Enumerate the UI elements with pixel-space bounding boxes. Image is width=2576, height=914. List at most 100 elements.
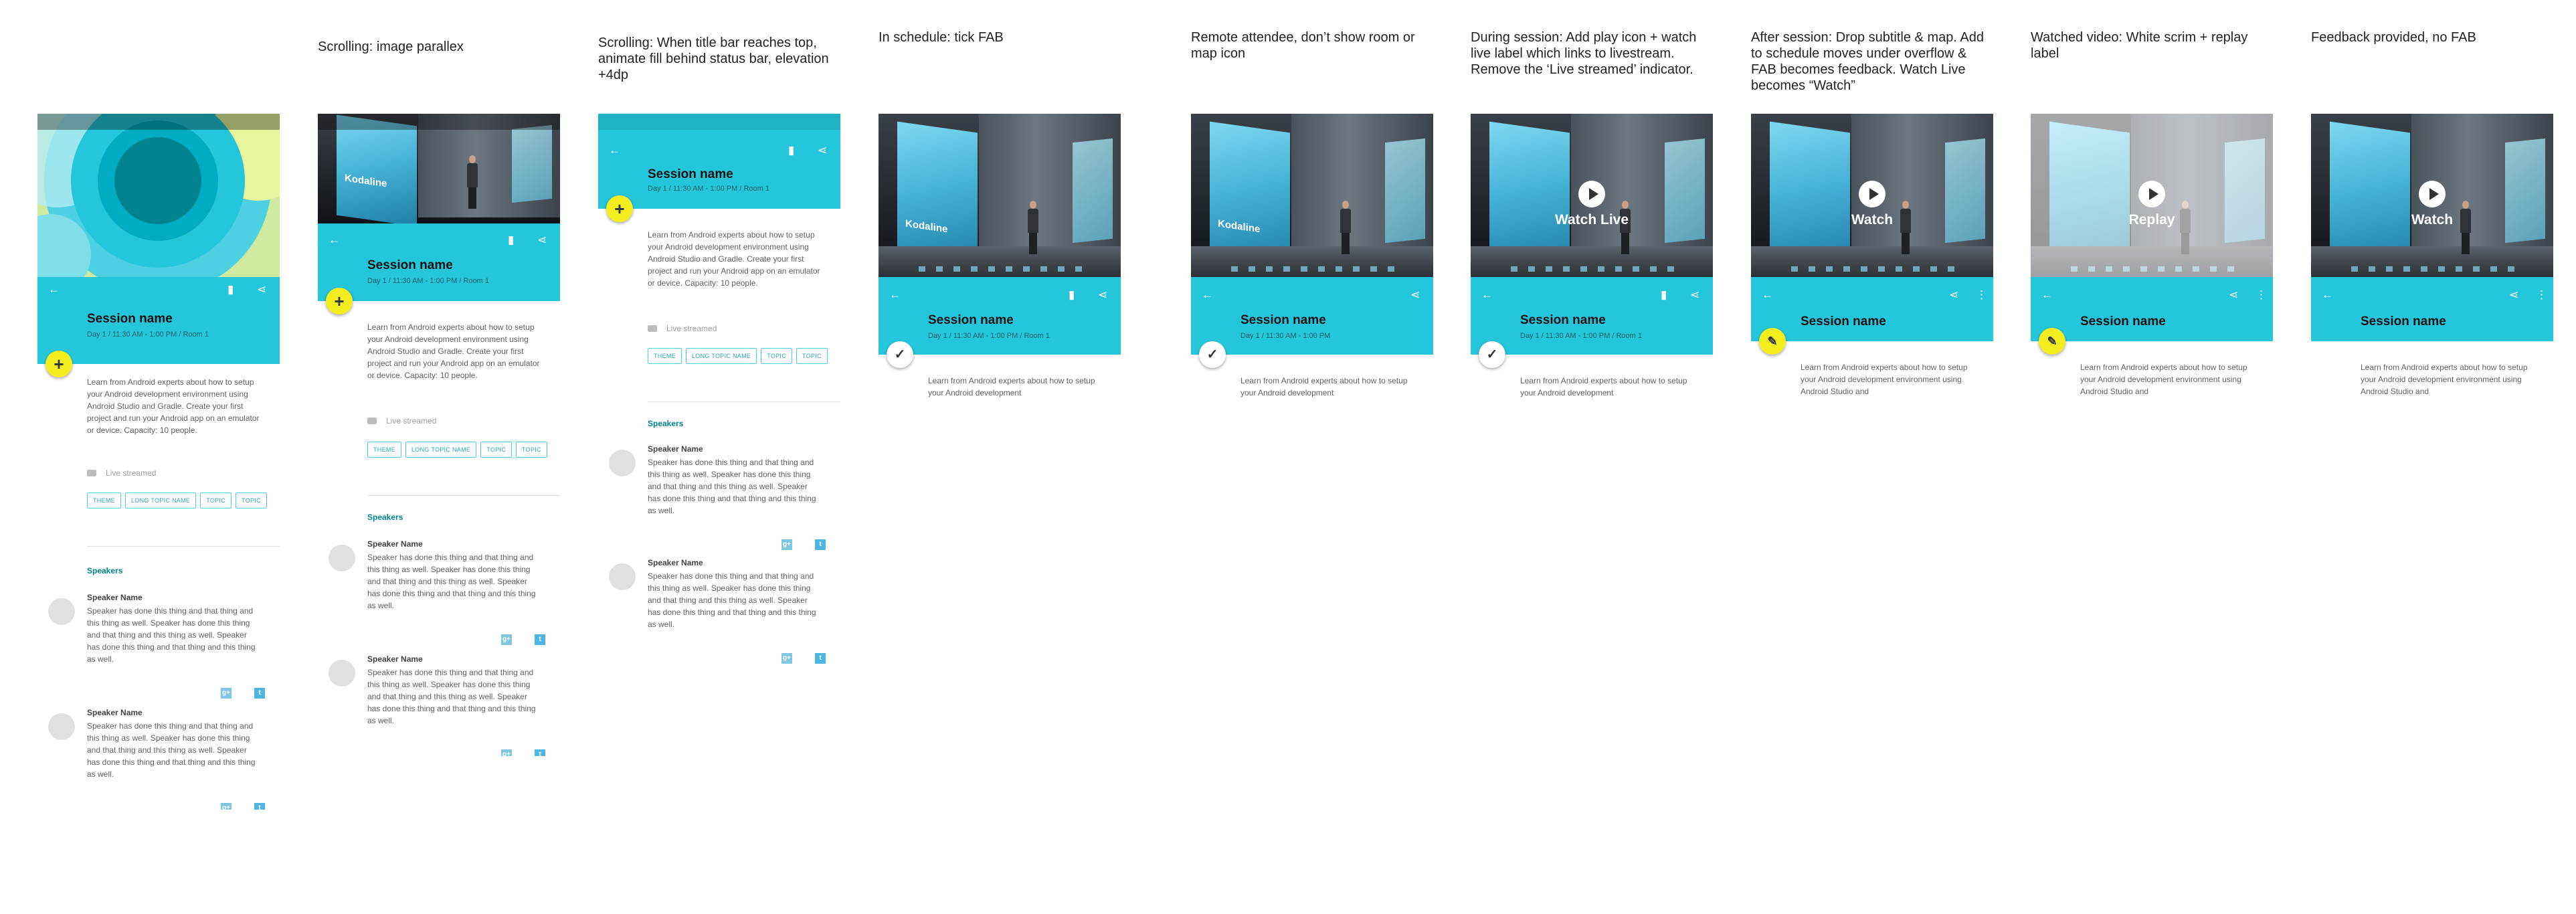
hero-video-image[interactable]: Replay: [2031, 114, 2273, 277]
status-bar: [598, 114, 840, 130]
arrow-back-icon[interactable]: ←: [1762, 289, 1773, 301]
arrow-back-icon[interactable]: ←: [1202, 289, 1213, 301]
tag-chip[interactable]: TOPIC: [516, 442, 547, 458]
more-vert-icon[interactable]: ⋮: [2536, 289, 2547, 301]
arrow-back-icon[interactable]: ←: [48, 284, 60, 296]
twitter-icon[interactable]: t: [535, 749, 545, 756]
share-icon[interactable]: ⋖: [1690, 289, 1699, 301]
share-icon[interactable]: ⋖: [1098, 289, 1107, 301]
tag-list: THEME LONG TOPIC NAME TOPIC TOPIC: [367, 442, 555, 463]
divider: [87, 546, 280, 547]
speaker-bio: Speaker has done this thing and that thi…: [367, 668, 536, 725]
google-plus-icon[interactable]: g+: [501, 634, 512, 645]
google-plus-icon[interactable]: g+: [221, 803, 232, 810]
speaker-card[interactable]: Speaker Name Speaker has done this thing…: [598, 558, 840, 672]
more-vert-icon[interactable]: ⋮: [2256, 289, 2267, 301]
map-icon[interactable]: ▮: [788, 145, 794, 157]
speaker-card[interactable]: Speaker Name Speaker has done this thing…: [37, 593, 280, 707]
speaker-card[interactable]: Speaker Name Speaker has done this thing…: [37, 708, 280, 810]
watch-live-label[interactable]: Watch Live: [1471, 212, 1713, 228]
session-subtitle: Day 1 / 11:30 AM - 1:00 PM / Room 1: [928, 332, 1050, 340]
watch-label[interactable]: Watch: [1751, 212, 1993, 228]
share-icon[interactable]: ⋖: [1949, 289, 1958, 301]
avatar: [48, 713, 75, 740]
map-icon[interactable]: ▮: [1661, 289, 1667, 301]
more-vert-icon[interactable]: ⋮: [1976, 289, 1987, 301]
in-schedule-fab[interactable]: ✓: [1479, 341, 1505, 368]
replay-label[interactable]: Replay: [2031, 212, 2273, 228]
app-bar: ← ▮ ⋖ Session name Day 1 / 11:30 AM - 1:…: [598, 114, 840, 209]
hero-video-image[interactable]: Watch Live: [1471, 114, 1713, 277]
arrow-back-icon[interactable]: ←: [889, 289, 901, 301]
play-icon[interactable]: [2419, 181, 2446, 207]
hero-video-image[interactable]: Watch: [2311, 114, 2553, 277]
tag-chip[interactable]: TOPIC: [480, 442, 513, 458]
share-icon[interactable]: ⋖: [257, 284, 266, 296]
session-title: Session name: [1240, 313, 1326, 327]
app-bar: ← ⋖ Session name Day 1 / 11:30 AM - 1:00…: [1191, 277, 1433, 355]
speaker-card[interactable]: Speaker Name Speaker has done this thing…: [318, 539, 560, 653]
map-icon[interactable]: ▮: [227, 284, 234, 296]
caption: Feedback provided, no FAB: [2311, 30, 2476, 45]
google-plus-icon[interactable]: g+: [781, 539, 792, 550]
twitter-icon[interactable]: t: [815, 539, 826, 550]
feedback-fab[interactable]: ✎: [2039, 328, 2065, 355]
google-plus-icon[interactable]: g+: [221, 688, 232, 699]
tag-chip[interactable]: TOPIC: [236, 492, 267, 509]
add-to-schedule-fab[interactable]: +: [326, 288, 353, 314]
watch-label[interactable]: Watch: [2311, 212, 2553, 228]
arrow-back-icon[interactable]: ←: [329, 234, 340, 246]
tag-chip[interactable]: TOPIC: [796, 348, 828, 364]
google-plus-icon[interactable]: g+: [781, 653, 792, 664]
replay-link[interactable]: Replay: [2031, 181, 2273, 228]
share-icon[interactable]: ⋖: [1410, 289, 1420, 301]
twitter-icon[interactable]: t: [254, 688, 265, 699]
map-icon[interactable]: ▮: [1069, 289, 1075, 301]
play-icon[interactable]: [2138, 181, 2165, 207]
arrow-back-icon[interactable]: ←: [2041, 289, 2053, 301]
session-title: Session name: [648, 167, 733, 181]
twitter-icon[interactable]: t: [535, 634, 545, 645]
in-schedule-fab[interactable]: ✓: [887, 341, 913, 368]
tag-chip[interactable]: LONG TOPIC NAME: [125, 492, 197, 509]
twitter-icon[interactable]: t: [815, 653, 826, 664]
feedback-fab[interactable]: ✎: [1759, 328, 1786, 355]
videocam-icon: [648, 325, 657, 332]
hero-video-image[interactable]: Watch: [1751, 114, 1993, 277]
tag-chip[interactable]: THEME: [648, 348, 682, 364]
map-icon[interactable]: ▮: [508, 234, 514, 246]
avatar: [609, 450, 636, 476]
share-icon[interactable]: ⋖: [2229, 289, 2238, 301]
plus-icon: +: [334, 291, 345, 311]
tag-chip[interactable]: THEME: [367, 442, 401, 458]
share-icon[interactable]: ⋖: [537, 234, 547, 246]
add-to-schedule-fab[interactable]: +: [45, 351, 72, 377]
add-to-schedule-fab[interactable]: +: [606, 195, 633, 222]
tag-chip[interactable]: LONG TOPIC NAME: [686, 348, 757, 364]
caption: After session: Drop subtitle & map. Add …: [1751, 30, 1984, 93]
arrow-back-icon[interactable]: ←: [2322, 289, 2333, 301]
in-schedule-fab[interactable]: ✓: [1199, 341, 1226, 368]
tag-chip[interactable]: TOPIC: [200, 492, 232, 509]
session-description: Learn from Android experts about how to …: [928, 376, 1095, 397]
twitter-icon[interactable]: t: [254, 803, 265, 810]
tag-chip[interactable]: THEME: [87, 492, 121, 509]
videocam-icon: [367, 418, 377, 424]
speaker-card[interactable]: Speaker Name Speaker has done this thing…: [598, 444, 840, 558]
avatar: [48, 598, 75, 625]
watch-link[interactable]: Watch: [2311, 181, 2553, 228]
share-icon[interactable]: ⋖: [2509, 289, 2518, 301]
watch-link[interactable]: Watch: [1751, 181, 1993, 228]
arrow-back-icon[interactable]: ←: [609, 145, 620, 157]
play-icon[interactable]: [1859, 181, 1885, 207]
play-icon[interactable]: [1578, 181, 1605, 207]
speaker-card[interactable]: Speaker Name Speaker has done this thing…: [318, 654, 560, 756]
session-subtitle: Day 1 / 11:30 AM - 1:00 PM / Room 1: [648, 185, 769, 193]
google-plus-icon[interactable]: g+: [501, 749, 512, 756]
arrow-back-icon[interactable]: ←: [1481, 289, 1493, 301]
caption: During session: Add play icon + watch li…: [1471, 30, 1697, 77]
share-icon[interactable]: ⋖: [818, 145, 827, 157]
tag-chip[interactable]: LONG TOPIC NAME: [405, 442, 477, 458]
tag-chip[interactable]: TOPIC: [761, 348, 793, 364]
watch-live-link[interactable]: Watch Live: [1471, 181, 1713, 228]
